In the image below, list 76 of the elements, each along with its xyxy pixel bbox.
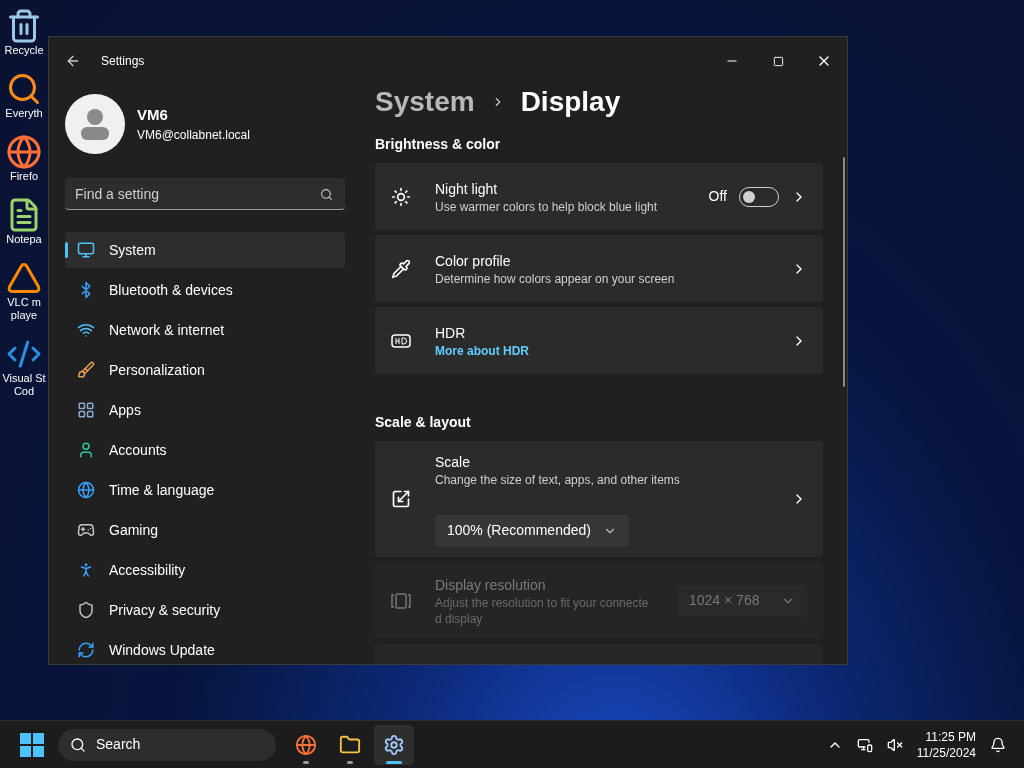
nav-item[interactable]: Time & language (65, 472, 345, 508)
section-heading: Brightness & color (375, 135, 502, 154)
toggle-state-label: Off (708, 187, 727, 206)
account-name: VM6 (137, 104, 169, 125)
page-title: Display (520, 85, 621, 119)
desktop-icon-label: playe (10, 309, 38, 322)
setting-description: Use warmer colors to help block blue light (435, 198, 659, 215)
sun-icon (391, 186, 411, 207)
clock[interactable]: 11:25 PM 11/25/2024 (916, 728, 976, 761)
recycle-bin-icon[interactable] (6, 8, 42, 44)
nav-item[interactable]: Windows Update (65, 632, 345, 664)
breadcrumb-link[interactable]: System (375, 81, 475, 123)
settings-icon (383, 733, 405, 756)
more-about-link[interactable]: More about HDR (435, 342, 529, 359)
gamepad-icon (77, 521, 95, 539)
avatar (65, 94, 125, 154)
browser-icon[interactable] (6, 134, 42, 170)
wifi-icon (77, 321, 95, 339)
setting-card[interactable]: Night light Use warmer colors to help block blue light Off (375, 163, 823, 230)
account-email: VM6@collabnet.local (137, 127, 250, 145)
nav-item[interactable]: Accounts (65, 432, 345, 468)
desktop-icon-label: Visual St (2, 372, 46, 385)
setting-description: Change the size of text, apps, and other items (435, 471, 681, 488)
refresh-icon (77, 641, 95, 659)
nav-item[interactable]: Accessibility (65, 552, 345, 588)
setting-title: Night light (435, 179, 499, 199)
desktop-icon-label: Cod (13, 385, 35, 398)
notification-bell-icon[interactable] (990, 736, 1006, 753)
person-icon (77, 441, 95, 459)
muted-speaker-icon[interactable] (886, 736, 903, 753)
nav-item[interactable]: Network & internet (65, 312, 345, 348)
nav-item[interactable]: Bluetooth & devices (65, 272, 345, 308)
desktop-icon-label: Firefo (9, 170, 39, 183)
scale-icon (391, 489, 411, 509)
taskbar-app-button[interactable] (374, 724, 414, 765)
browser-icon (295, 733, 317, 756)
folder-icon (339, 733, 361, 756)
scrollbar[interactable] (843, 157, 845, 387)
window-title: Settings (101, 53, 145, 70)
desktop-icon-label: VLC m (7, 296, 41, 309)
globe-icon (77, 481, 95, 499)
nav-item[interactable]: Privacy & security (65, 592, 345, 628)
traffic-cone-icon[interactable] (6, 260, 42, 296)
network-icon[interactable] (856, 736, 873, 753)
desktop-icon-label: Everyth (5, 107, 43, 120)
search-icon (320, 188, 333, 201)
setting-title: Scale (435, 452, 472, 472)
setting-title: HDR (435, 323, 467, 343)
magnifier-icon[interactable] (6, 71, 42, 107)
taskbar-search-field[interactable]: Search (58, 728, 276, 761)
setting-card[interactable]: HDR More about HDR (375, 307, 823, 374)
setting-card[interactable]: Color profile Determine how colors appear on your screen (375, 235, 823, 302)
search-icon (70, 736, 86, 753)
nav-item[interactable]: Apps (65, 392, 345, 428)
setting-description: Determine how colors appear on your screen (435, 270, 676, 287)
start-button[interactable] (20, 732, 44, 757)
nav-item[interactable]: Personalization (65, 352, 345, 388)
nav-item[interactable]: System (65, 232, 345, 268)
setting-description: Adjust the resolution to fit your connected display (435, 594, 650, 627)
setting-card[interactable]: Scale Change the size of text, apps, and other items 100% (Recommended) (375, 441, 823, 557)
desktop-icon-label: Notepa (6, 233, 42, 246)
brush-icon (77, 361, 95, 379)
scale-dropdown[interactable]: 100% (Recommended) (435, 514, 629, 547)
nav-item[interactable]: Gaming (65, 512, 345, 548)
monitor-icon (77, 241, 95, 259)
eyedropper-icon (391, 258, 411, 279)
section-heading: Scale & layout (375, 413, 472, 432)
resolution-icon (391, 591, 411, 610)
setting-title: Color profile (435, 251, 512, 271)
setting-title: Display resolution (435, 575, 547, 595)
maximize-icon (772, 55, 784, 67)
apps-grid-icon (77, 401, 95, 419)
desktop-icon-label: Recycle (4, 44, 44, 57)
find-setting-field[interactable]: Find a setting (65, 178, 345, 210)
hdr-icon (391, 333, 411, 348)
shield-icon (77, 601, 95, 619)
